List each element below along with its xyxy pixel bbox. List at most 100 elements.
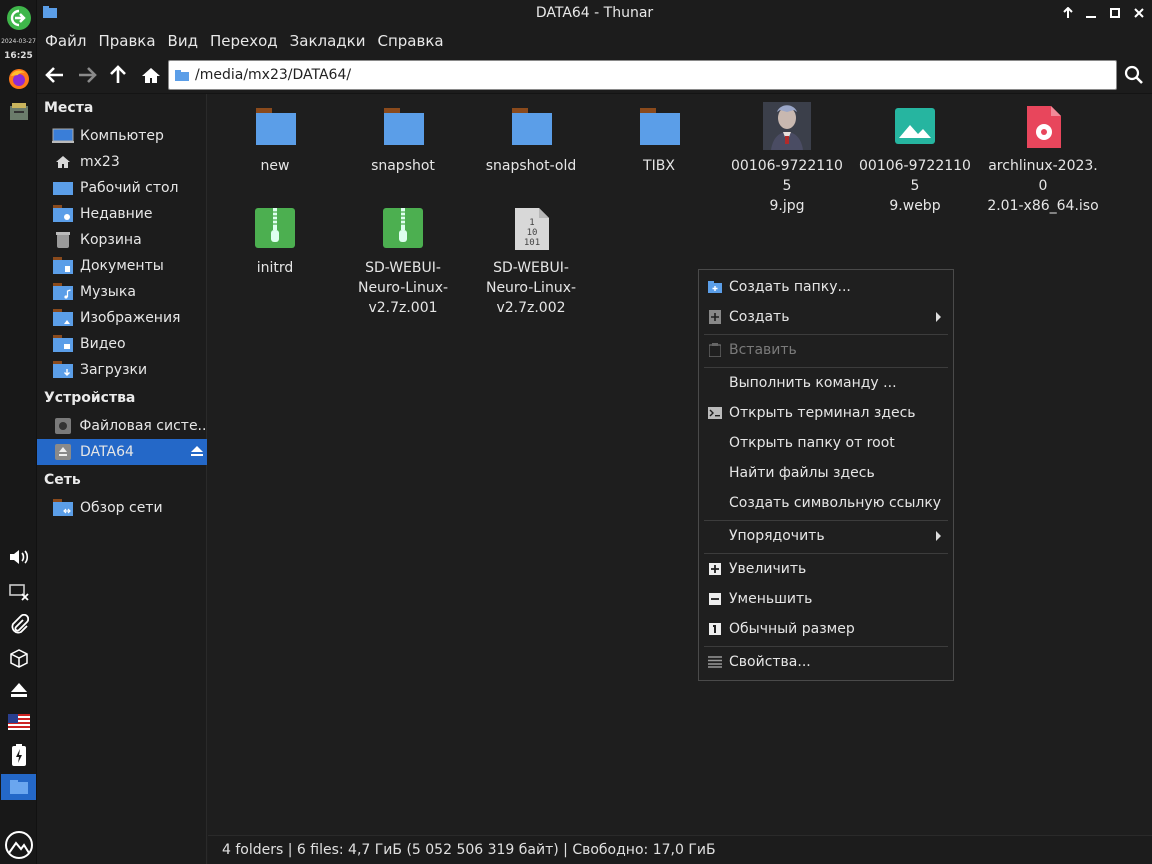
sidebar-item-downloads[interactable]: Загрузки: [37, 357, 207, 383]
menu-item-open-as-root[interactable]: Открыть папку от root: [699, 428, 953, 458]
file-item[interactable]: archlinux-2023.0 2.01-x86_64.iso: [983, 102, 1103, 216]
sidebar-item-data64[interactable]: DATA64: [37, 439, 207, 465]
file-item[interactable]: new: [215, 102, 335, 176]
file-item[interactable]: 00106-97221105 9.jpg: [727, 102, 847, 216]
disc-image-icon: [1019, 102, 1067, 150]
file-name: snapshot-old: [485, 158, 577, 174]
logout-icon[interactable]: [4, 4, 33, 32]
submenu-arrow-icon: [936, 312, 941, 322]
package-updater-icon[interactable]: [4, 645, 33, 671]
sidebar-item-label: mx23: [80, 154, 120, 170]
sidebar-item-label: Документы: [80, 258, 164, 274]
sidebar-item-music[interactable]: Музыка: [37, 279, 207, 305]
menu-item-create-symlink[interactable]: Создать символьную ссылку: [699, 488, 953, 518]
sidebar-item-home[interactable]: mx23: [37, 149, 207, 175]
menu-bookmarks[interactable]: Закладки: [284, 26, 372, 56]
sidebar-item-pictures[interactable]: Изображения: [37, 305, 207, 331]
svg-text:1: 1: [529, 218, 534, 228]
menu-help[interactable]: Справка: [371, 26, 449, 56]
file-item[interactable]: initrd: [215, 204, 335, 278]
downloads-folder-icon: [52, 361, 74, 379]
location-path: /media/mx23/DATA64/: [195, 67, 352, 83]
close-button[interactable]: [1130, 4, 1148, 22]
forward-button[interactable]: [73, 61, 101, 89]
mx-linux-logo-icon[interactable]: [4, 830, 33, 860]
sidebar-item-computer[interactable]: Компьютер: [37, 123, 207, 149]
menu-file[interactable]: Файл: [39, 26, 92, 56]
file-name: TIBX: [643, 158, 675, 174]
firefox-icon[interactable]: [4, 66, 33, 92]
title-bar[interactable]: DATA64 - Thunar: [37, 0, 1152, 26]
eject-icon[interactable]: [190, 444, 204, 462]
sidebar-item-desktop[interactable]: Рабочий стол: [37, 175, 207, 201]
file-view[interactable]: new snapshot snapshot-old TIBX 00106-972…: [208, 94, 1152, 835]
keep-above-button[interactable]: [1059, 4, 1077, 22]
folder-icon: [635, 102, 683, 150]
sidebar-item-browse-network[interactable]: Обзор сети: [37, 495, 207, 521]
music-folder-icon: [52, 283, 74, 301]
submenu-arrow-icon: [936, 531, 941, 541]
menu-go[interactable]: Переход: [204, 26, 284, 56]
battery-charging-icon[interactable]: [4, 742, 33, 768]
file-item[interactable]: 1 10 101 SD-WEBUI- Neuro-Linux-v2.7z.002: [471, 204, 591, 318]
eject-icon[interactable]: [4, 677, 33, 703]
file-item[interactable]: snapshot-old: [471, 102, 591, 176]
location-bar[interactable]: /media/mx23/DATA64/: [168, 60, 1117, 90]
panel-clock[interactable]: 16:25: [0, 51, 37, 61]
archive-icon: [379, 204, 427, 252]
status-bar: 4 folders | 6 files: 4,7 ГиБ (5 052 506 …: [208, 835, 1152, 864]
clipboard-icon[interactable]: [4, 612, 33, 638]
parent-folder-button[interactable]: [104, 61, 132, 89]
volume-icon[interactable]: [4, 544, 33, 570]
file-name: 00106-97221105 9.jpg: [731, 158, 843, 214]
binary-file-icon: 1 10 101: [507, 204, 555, 252]
menu-item-normal-size[interactable]: Обычный размер: [699, 614, 953, 644]
sidebar-item-videos[interactable]: Видео: [37, 331, 207, 357]
window-title: DATA64 - Thunar: [535, 5, 654, 21]
panel-date: 2024-03-27: [1, 38, 36, 45]
recent-folder-icon: [52, 205, 74, 223]
file-item[interactable]: TIBX: [599, 102, 719, 176]
menu-bar: Файл Правка Вид Переход Закладки Справка: [37, 26, 1152, 56]
terminal-icon: [707, 405, 723, 421]
home-button[interactable]: [137, 61, 165, 89]
menu-item-create-folder[interactable]: Создать папку...: [699, 272, 953, 302]
menu-edit[interactable]: Правка: [92, 26, 161, 56]
computer-icon: [52, 127, 74, 145]
sidebar-item-documents[interactable]: Документы: [37, 253, 207, 279]
file-item[interactable]: 00106-97221105 9.webp: [855, 102, 975, 216]
file-item[interactable]: SD-WEBUI- Neuro-Linux-v2.7z.001: [343, 204, 463, 318]
sidebar-item-recent[interactable]: Недавние: [37, 201, 207, 227]
menu-item-properties[interactable]: Свойства...: [699, 647, 953, 677]
taskbar-thunar-button[interactable]: [1, 774, 36, 800]
sidebar-item-filesystem[interactable]: Файловая систе...: [37, 413, 207, 439]
menu-item-run-command[interactable]: Выполнить команду ...: [699, 368, 953, 398]
menu-item-create[interactable]: Создать: [699, 302, 953, 332]
menu-item-find-files[interactable]: Найти файлы здесь: [699, 458, 953, 488]
image-thumbnail-icon: [763, 102, 811, 150]
back-button[interactable]: [41, 61, 69, 89]
file-manager-icon[interactable]: [4, 99, 33, 125]
menu-item-zoom-out[interactable]: Уменьшить: [699, 584, 953, 614]
sidebar-item-trash[interactable]: Корзина: [37, 227, 207, 253]
maximize-button[interactable]: [1106, 4, 1124, 22]
image-file-icon: [891, 102, 939, 150]
sidebar-heading-network: Сеть: [44, 472, 81, 488]
menu-item-open-terminal[interactable]: Открыть терминал здесь: [699, 398, 953, 428]
minimize-button[interactable]: [1082, 4, 1100, 22]
sidebar-item-label: Загрузки: [80, 362, 148, 378]
folder-icon: [507, 102, 555, 150]
desktop-icon: [52, 179, 74, 197]
file-name: archlinux-2023.0 2.01-x86_64.iso: [987, 158, 1099, 214]
file-item[interactable]: snapshot: [343, 102, 463, 176]
sidebar-item-label: Изображения: [80, 310, 181, 326]
sidebar-item-label: Видео: [80, 336, 126, 352]
file-name: SD-WEBUI- Neuro-Linux-v2.7z.001: [357, 260, 449, 316]
menu-item-zoom-in[interactable]: Увеличить: [699, 554, 953, 584]
keyboard-layout-flag-icon[interactable]: [4, 709, 33, 735]
search-button[interactable]: [1120, 61, 1148, 89]
network-disconnected-icon[interactable]: [4, 579, 33, 605]
menu-view[interactable]: Вид: [162, 26, 204, 56]
menu-item-arrange[interactable]: Упорядочить: [699, 521, 953, 551]
videos-folder-icon: [52, 335, 74, 353]
